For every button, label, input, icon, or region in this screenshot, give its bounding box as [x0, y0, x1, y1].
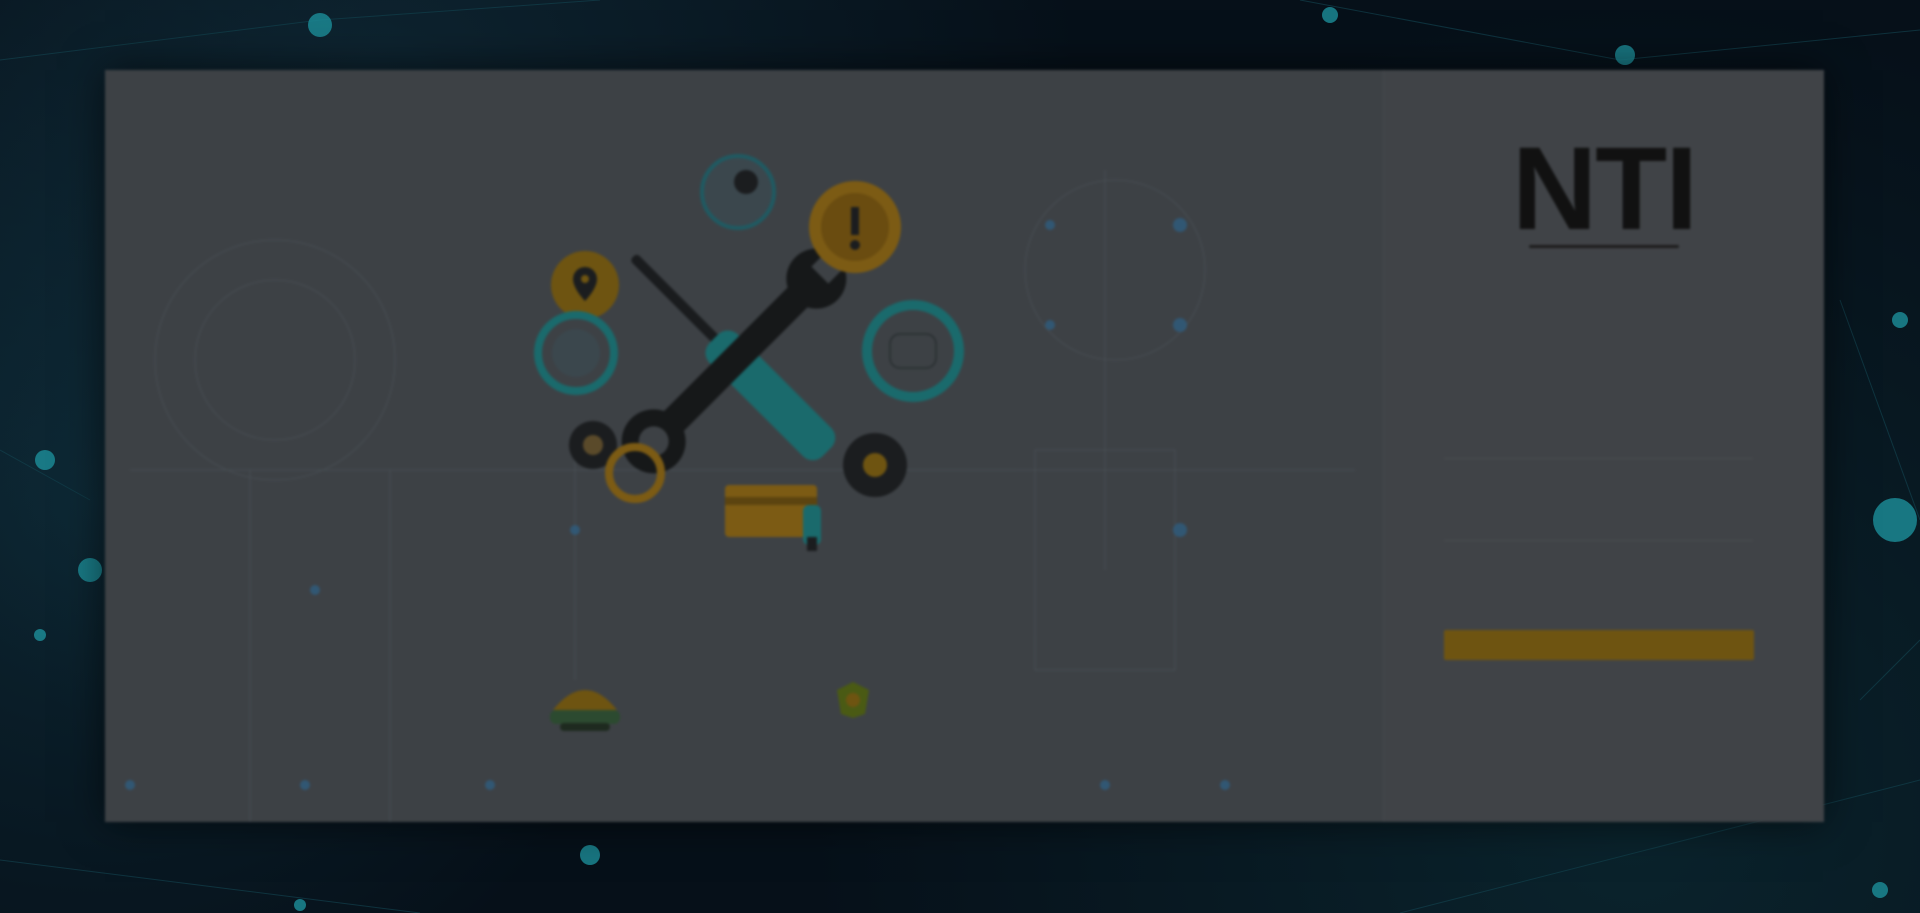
login-card: NTI: [105, 70, 1824, 822]
partner1-emblem-icon: [550, 690, 620, 731]
document-icon: [862, 300, 964, 402]
login-form-pane: NTI: [1383, 70, 1824, 822]
nti-logo: NTI: [1511, 123, 1698, 255]
login-button[interactable]: [1444, 630, 1754, 660]
login-screen: NTI: [0, 0, 1920, 913]
logo-underline: [1529, 245, 1679, 248]
mail-icon: [843, 433, 907, 497]
partner-logos: [545, 665, 1015, 745]
info-icon: [809, 181, 901, 273]
chip-icon: [534, 311, 618, 395]
credit-card-icon: [725, 485, 821, 551]
username-input[interactable]: [1444, 422, 1753, 459]
illustration-pane: [105, 70, 1383, 822]
password-input[interactable]: [1444, 504, 1753, 541]
globe-icon: [700, 154, 776, 230]
partner2-emblem-icon: [837, 682, 869, 718]
settings-icon: [569, 421, 665, 503]
